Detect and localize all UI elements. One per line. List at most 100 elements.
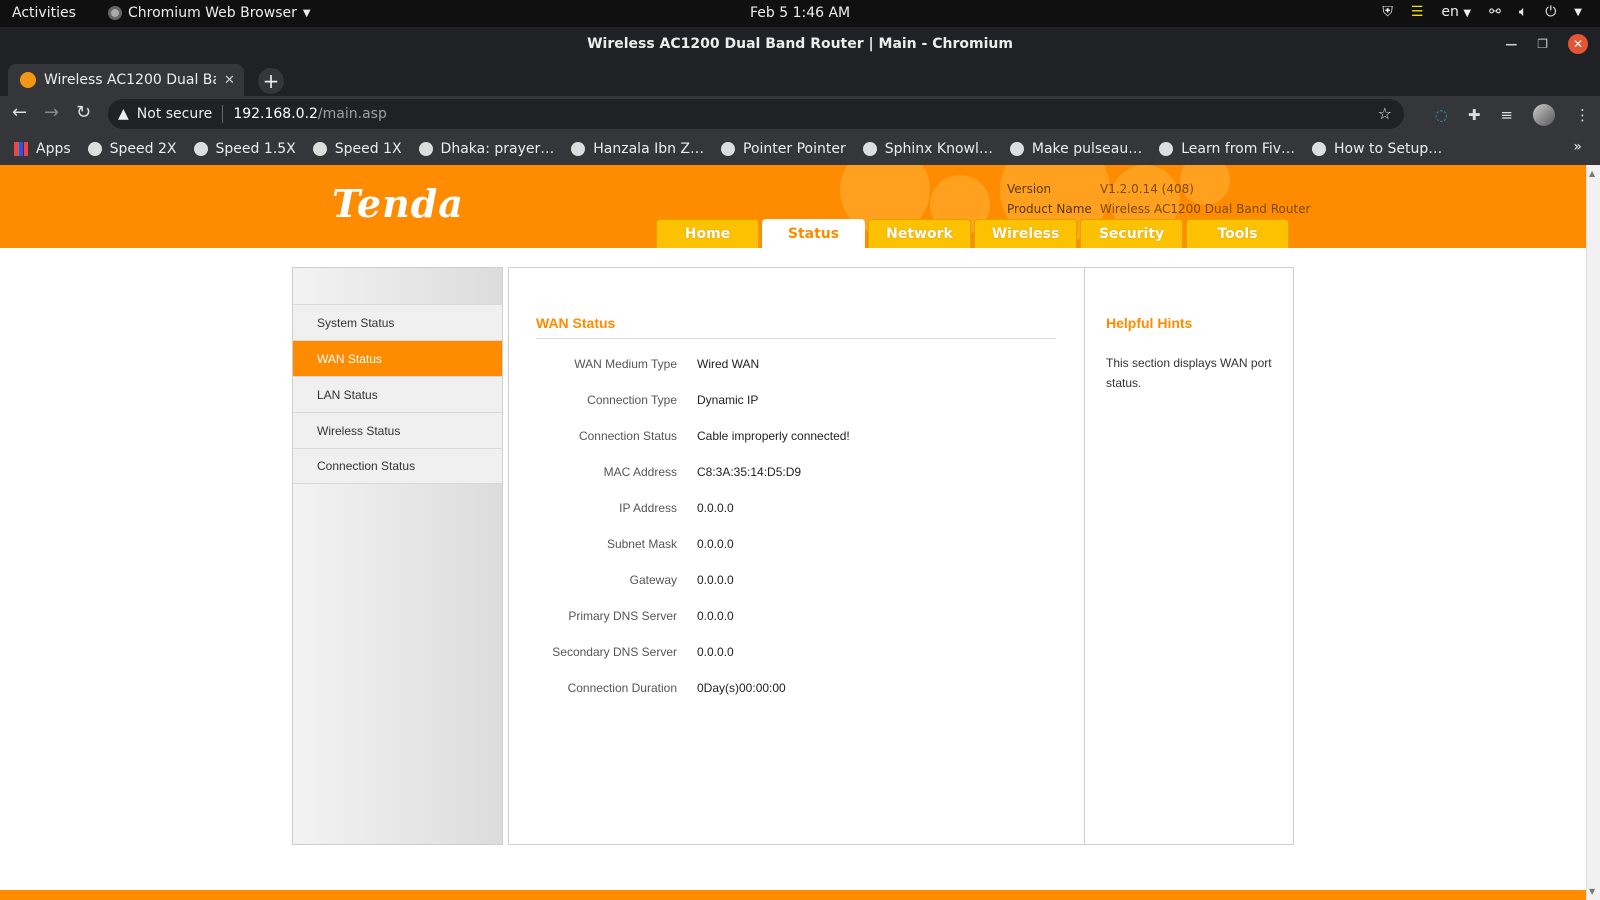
sidebar-item-wireless-status[interactable]: Wireless Status: [293, 412, 502, 448]
chevron-down-icon[interactable]: ▼: [1574, 7, 1582, 18]
field-label: Gateway: [629, 573, 677, 587]
tenda-logo: Tenda: [332, 181, 464, 226]
field-label: WAN Medium Type: [574, 357, 677, 371]
forward-icon[interactable]: →: [44, 102, 59, 123]
notes-icon[interactable]: ☰: [1411, 4, 1424, 20]
browser-tab[interactable]: Wireless AC1200 Dual Band Router | Main …: [8, 64, 244, 96]
speed-icon: [721, 141, 736, 156]
close-tab-icon[interactable]: ✕: [224, 73, 235, 88]
router-header: Tenda Version V1.2.0.14 (408) Product Na…: [0, 165, 1586, 248]
site-icon: [1312, 141, 1327, 156]
bookmark-item[interactable]: Sphinx Knowl…: [862, 141, 993, 157]
field-label: IP Address: [619, 501, 677, 515]
bookmark-item[interactable]: How to Setup…: [1312, 141, 1442, 157]
os-top-bar: Activities Chromium Web Browser ▼ Feb 5 …: [0, 0, 1600, 27]
chevron-down-icon: ▼: [302, 7, 311, 19]
bookmark-item[interactable]: Speed 1X: [312, 141, 402, 157]
nav-tab-home[interactable]: Home: [656, 219, 759, 248]
tab-favicon-icon: [20, 72, 36, 88]
bookmark-label: Pointer Pointer: [743, 140, 846, 157]
close-window-button[interactable]: ✕: [1568, 34, 1588, 54]
speed-icon: [193, 141, 208, 156]
bookmark-item[interactable]: Speed 2X: [87, 141, 177, 157]
more-bookmarks-icon[interactable]: »: [1573, 139, 1582, 155]
scroll-down-icon[interactable]: ▼: [1589, 887, 1595, 896]
nav-tab-tools[interactable]: Tools: [1186, 219, 1289, 248]
url-host[interactable]: 192.168.0.2: [233, 106, 318, 122]
nav-tab-status[interactable]: Status: [762, 219, 865, 248]
maximize-button[interactable]: ❐: [1537, 37, 1548, 51]
network-icon[interactable]: ⚯: [1489, 4, 1501, 20]
product-name-label: Product Name: [1007, 202, 1092, 216]
system-tray[interactable]: ⛨ ☰ en ▼ ⚯ 🔈︎ ⏻ ▼: [1382, 4, 1582, 20]
app-name: Chromium Web Browser: [128, 5, 297, 21]
section-title: WAN Status: [536, 315, 616, 331]
sidebar-item-lan-status[interactable]: LAN Status: [293, 376, 502, 412]
nav-tab-security[interactable]: Security: [1080, 219, 1183, 248]
sidebar-item-system-status[interactable]: System Status: [293, 304, 502, 340]
page-scrollbar[interactable]: ▲ ▼: [1586, 165, 1600, 900]
minimize-button[interactable]: —: [1505, 37, 1517, 51]
field-label: Subnet Mask: [606, 537, 677, 551]
extension-loading-icon[interactable]: ◌: [1435, 106, 1448, 124]
field-value: 0.0.0.0: [697, 573, 734, 587]
mosque-icon: [418, 141, 433, 156]
language-indicator[interactable]: en ▼: [1441, 4, 1471, 20]
product-name-value: Wireless AC1200 Dual Band Router: [1100, 202, 1311, 216]
bookmark-label: Learn from Fiv…: [1181, 140, 1296, 157]
new-tab-button[interactable]: +: [258, 68, 284, 94]
window-title-bar: Wireless AC1200 Dual Band Router | Main …: [0, 27, 1600, 62]
version-label: Version: [1007, 182, 1052, 196]
app-menu[interactable]: Chromium Web Browser ▼: [108, 5, 311, 21]
activities-button[interactable]: Activities: [12, 5, 76, 21]
field-value: Wired WAN: [697, 357, 760, 371]
bookmark-item[interactable]: Apps: [14, 141, 71, 157]
media-queue-icon[interactable]: ≡: [1500, 106, 1513, 124]
apps-grid-icon: [14, 141, 28, 156]
bookmark-item[interactable]: Make pulseau…: [1009, 140, 1143, 157]
volume-icon[interactable]: 🔈︎: [1519, 4, 1527, 20]
nav-tab-network[interactable]: Network: [868, 219, 971, 248]
address-bar[interactable]: ▲ Not secure 192.168.0.2/main.asp ☆: [108, 99, 1404, 129]
bookmark-item[interactable]: Learn from Fiv…: [1159, 141, 1295, 157]
hints-title: Helpful Hints: [1106, 315, 1193, 331]
field-value: 0.0.0.0: [697, 609, 734, 623]
power-icon[interactable]: ⏻: [1545, 4, 1556, 20]
menu-kebab-icon[interactable]: ⋮: [1575, 106, 1590, 124]
wan-status-panel: WAN Status WAN Medium Type Wired WAN Conne…: [508, 267, 1294, 845]
bookmark-item[interactable]: Hanzala Ibn Z…: [571, 141, 704, 157]
footer-bar: [0, 890, 1586, 900]
warning-icon[interactable]: ▲: [118, 106, 129, 122]
reload-icon[interactable]: ↻: [76, 102, 91, 123]
field-label: Primary DNS Server: [568, 609, 677, 623]
security-label[interactable]: Not secure: [137, 106, 213, 122]
nav-tab-wireless[interactable]: Wireless: [974, 219, 1077, 248]
bookmark-item[interactable]: Pointer Pointer: [721, 141, 846, 157]
bookmark-item[interactable]: Dhaka: prayer…: [418, 140, 555, 157]
site-icon: [1159, 141, 1174, 156]
field-label: Connection Type: [587, 393, 677, 407]
field-value: C8:3A:35:14:D5:D9: [697, 465, 802, 479]
sidebar-item-wan-status[interactable]: WAN Status: [293, 340, 502, 376]
sidebar-item-connection-status[interactable]: Connection Status: [293, 448, 502, 484]
status-sidebar: System Status WAN Status LAN Status Wireles…: [292, 267, 503, 845]
main-nav-tabs: Home Status Network Wireless Security Tools: [656, 219, 1289, 248]
bookmark-star-icon[interactable]: ☆: [1378, 104, 1392, 123]
back-icon[interactable]: ←: [12, 102, 27, 123]
browser-toolbar: ← → ↻ ▲ Not secure 192.168.0.2/main.asp …: [0, 96, 1600, 132]
field-value: 0.0.0.0: [697, 537, 734, 551]
bookmark-item[interactable]: Speed 1.5X: [193, 141, 296, 157]
shield-icon[interactable]: ⛨: [1382, 4, 1393, 20]
profile-avatar[interactable]: [1533, 104, 1555, 126]
github-icon: [1009, 141, 1024, 156]
bookmark-label: Dhaka: prayer…: [440, 140, 555, 157]
chromium-icon: [108, 6, 122, 20]
site-icon: [862, 141, 877, 156]
url-path[interactable]: /main.asp: [318, 106, 387, 122]
extensions-puzzle-icon[interactable]: ✚: [1468, 106, 1481, 124]
clock[interactable]: Feb 5 1:46 AM: [750, 5, 850, 21]
scroll-up-icon[interactable]: ▲: [1589, 169, 1595, 178]
field-label: Connection Duration: [567, 681, 677, 695]
bookmark-label: How to Setup…: [1334, 140, 1443, 157]
bookmark-label: Make pulseau…: [1031, 140, 1143, 157]
